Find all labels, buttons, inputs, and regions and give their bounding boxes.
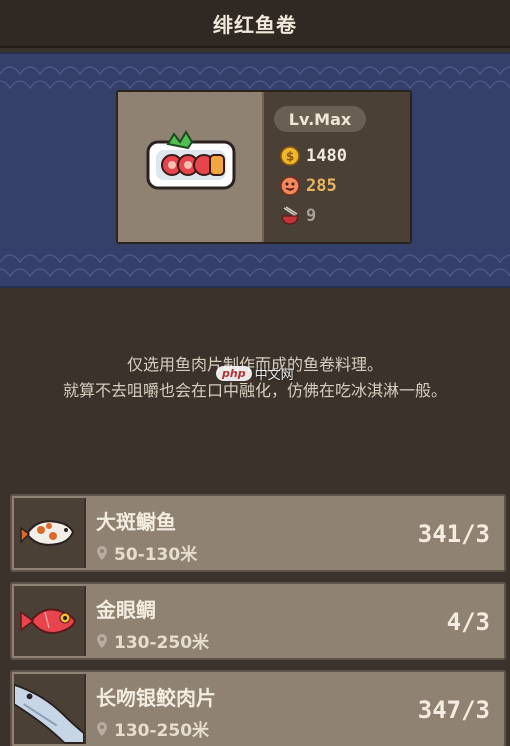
ingredient-name: 金眼鲷 bbox=[96, 598, 156, 622]
location-pin-icon bbox=[97, 633, 107, 648]
ingredient-thumb bbox=[14, 586, 86, 656]
ingredient-count: 4/3 bbox=[446, 608, 490, 636]
price-stat: $ 1480 bbox=[280, 144, 347, 168]
ingredient-row[interactable]: 长吻银鲛肉片 130-250米 347/3 bbox=[10, 670, 506, 746]
watermark-badge: php bbox=[216, 365, 252, 381]
site-watermark: php 中文网 bbox=[216, 362, 300, 384]
appeal-value: 285 bbox=[306, 176, 337, 196]
page-title: 绯红鱼卷 bbox=[213, 12, 297, 37]
ingredient-row[interactable]: 金眼鲷 130-250米 4/3 bbox=[10, 582, 506, 660]
ingredient-count: 347/3 bbox=[417, 696, 490, 724]
spotted-blenny-icon bbox=[20, 520, 75, 546]
title-bar: 绯红鱼卷 bbox=[0, 0, 510, 48]
price-value: 1480 bbox=[306, 146, 347, 166]
location-pin-icon bbox=[97, 545, 107, 560]
ingredient-row[interactable]: 大斑鳚鱼 50-130米 341/3 bbox=[10, 494, 506, 572]
watermark-text: 中文网 bbox=[254, 367, 294, 383]
gold-coin-icon: $ bbox=[280, 146, 300, 166]
ingredient-depth-value: 130-250米 bbox=[114, 633, 210, 653]
appeal-stat: 285 bbox=[280, 174, 337, 198]
location-pin-icon bbox=[97, 721, 107, 736]
ingredient-depth: 130-250米 bbox=[96, 628, 209, 653]
svg-text:$: $ bbox=[286, 150, 294, 164]
portion-stat: 9 bbox=[280, 204, 316, 228]
salmon-roll-icon bbox=[146, 130, 236, 190]
ingredient-count: 341/3 bbox=[417, 520, 490, 548]
ingredient-thumb bbox=[14, 674, 86, 744]
longnose-chimaera-icon bbox=[14, 683, 84, 744]
bowl-chopsticks-icon bbox=[281, 206, 299, 225]
ingredient-depth-value: 50-130米 bbox=[114, 545, 198, 565]
ingredient-depth-value: 130-250米 bbox=[114, 721, 210, 741]
wave-pattern-top bbox=[0, 66, 510, 90]
ingredient-thumb bbox=[14, 498, 86, 568]
ingredient-depth: 50-130米 bbox=[96, 540, 197, 565]
ingredient-name: 长吻银鲛肉片 bbox=[96, 686, 216, 710]
ingredient-name: 大斑鳚鱼 bbox=[96, 510, 176, 534]
taste-face-icon bbox=[280, 176, 300, 196]
dish-level-badge: Lv.Max bbox=[274, 106, 366, 132]
wave-pattern-bottom bbox=[0, 254, 510, 278]
portion-value: 9 bbox=[306, 206, 317, 226]
splendid-alfonsino-icon bbox=[20, 608, 77, 634]
dish-image-box bbox=[118, 92, 264, 242]
ingredient-depth: 130-250米 bbox=[96, 716, 209, 741]
